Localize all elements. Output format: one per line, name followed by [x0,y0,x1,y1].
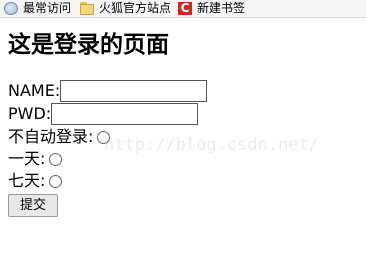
option-row-seven-days: 七天: [8,170,63,192]
bookmark-label: 火狐官方站点 [99,1,172,15]
folder-icon [80,2,94,15]
page-title: 这是登录的页面 [8,32,169,58]
seven-days-radio[interactable] [49,174,63,188]
name-input[interactable] [60,80,208,102]
globe-icon [4,2,18,15]
seven-days-label: 七天: [8,171,46,190]
csdn-logo-icon: C [178,2,192,15]
bookmark-most-visited[interactable]: 最常访问 [4,0,71,17]
option-row-no-auto-login: 不自动登录: [8,126,111,148]
pwd-label: PWD: [8,104,52,123]
bookmark-label: 最常访问 [23,1,72,15]
one-day-radio[interactable] [49,152,63,166]
name-row: NAME: [8,80,208,102]
password-input[interactable] [51,103,199,125]
bookmark-label: 新建书签 [197,1,246,15]
no-auto-login-label: 不自动登录: [8,127,94,146]
one-day-label: 一天: [8,149,46,168]
no-auto-login-radio[interactable] [97,130,111,144]
watermark: http://blog.csdn.net/ [104,135,319,155]
bookmarks-toolbar: 最常访问 火狐官方站点 C 新建书签 [0,0,366,18]
name-label: NAME: [8,81,61,100]
pwd-row: PWD: [8,103,199,125]
bookmark-new[interactable]: C 新建书签 [178,0,245,17]
option-row-one-day: 一天: [8,148,63,170]
submit-button[interactable]: 提交 [8,194,58,217]
bookmark-firefox-sites[interactable]: 火狐官方站点 [80,0,171,17]
